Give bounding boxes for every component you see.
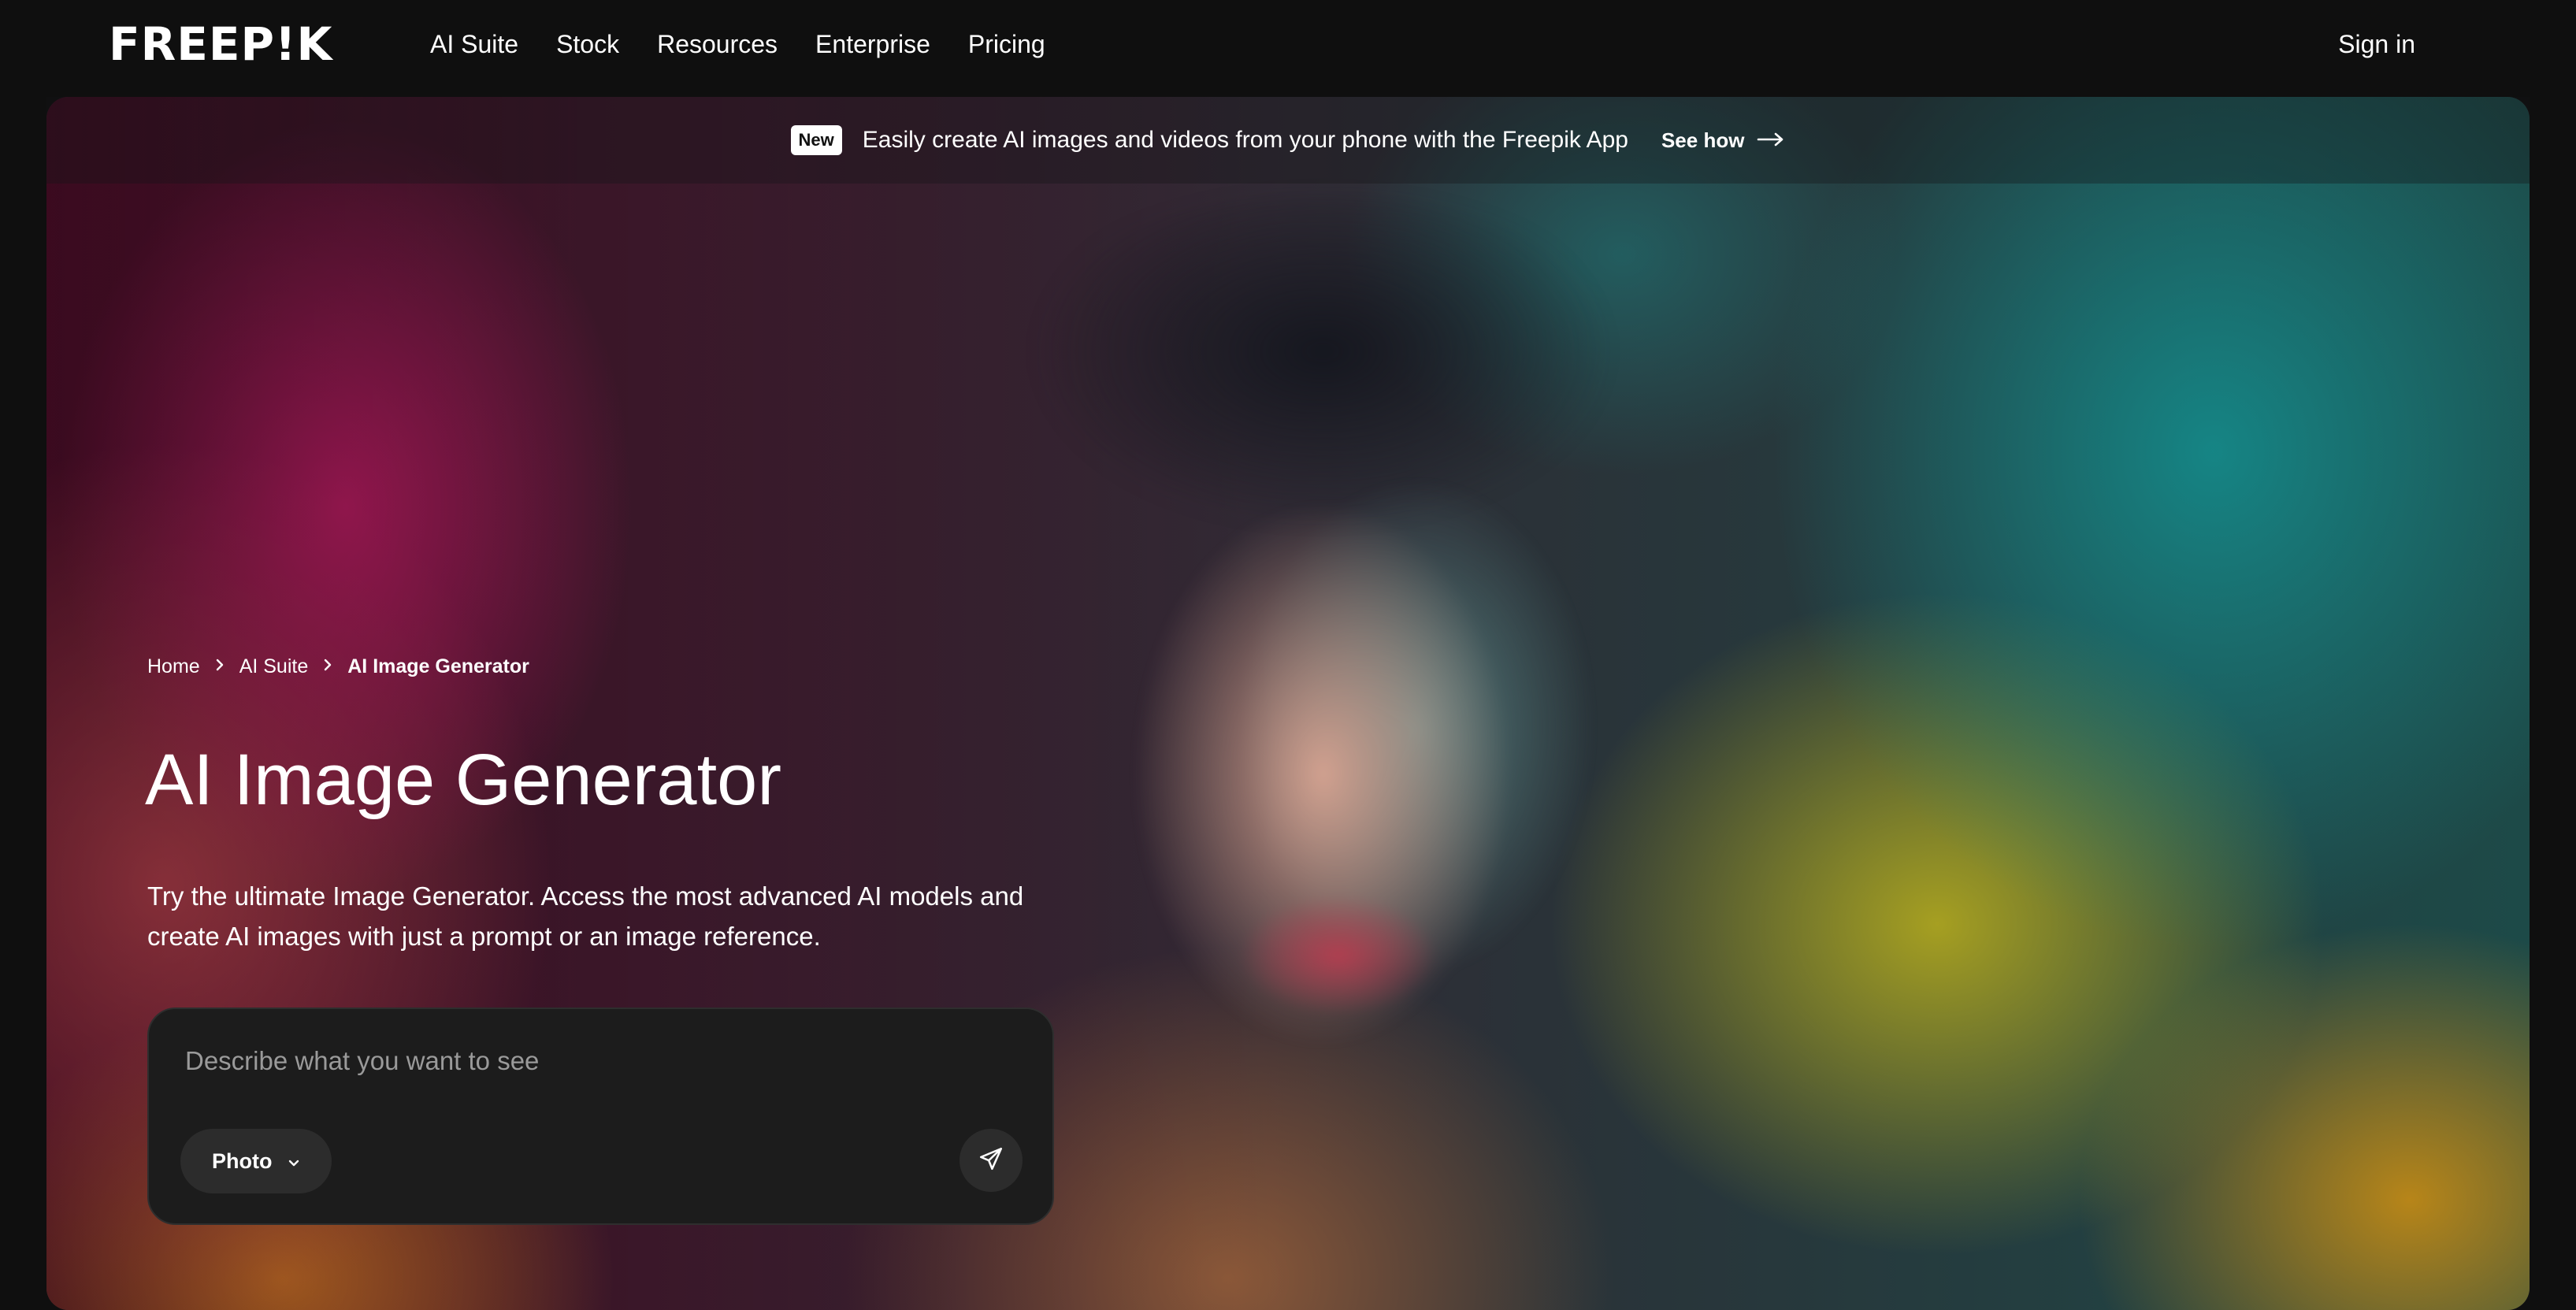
announcement-bar: New Easily create AI images and videos f… — [46, 97, 2530, 184]
chevron-right-icon — [214, 655, 225, 678]
prompt-input[interactable] — [184, 1041, 1019, 1082]
sign-in-link[interactable]: Sign in — [2338, 0, 2415, 88]
freepik-logo[interactable]: FREEP!K — [109, 17, 332, 71]
announcement-text: Easily create AI images and videos from … — [862, 127, 1628, 153]
arrow-right-icon — [1757, 128, 1785, 153]
page-title: AI Image Generator — [145, 740, 781, 820]
see-how-link[interactable]: See how — [1661, 128, 1785, 153]
mode-select[interactable]: Photo — [180, 1129, 332, 1193]
nav-item-ai-suite[interactable]: AI Suite — [430, 30, 518, 59]
chevron-down-icon — [288, 1149, 300, 1174]
nav-item-pricing[interactable]: Pricing — [968, 30, 1045, 59]
breadcrumb-ai-suite[interactable]: AI Suite — [239, 655, 309, 678]
breadcrumb: Home AI Suite AI Image Generator — [147, 655, 529, 678]
prompt-box: Photo — [147, 1008, 1054, 1225]
send-icon — [978, 1145, 1004, 1176]
send-button[interactable] — [960, 1129, 1023, 1192]
breadcrumb-home[interactable]: Home — [147, 655, 200, 678]
main-nav: AI Suite Stock Resources Enterprise Pric… — [430, 0, 1045, 88]
nav-item-stock[interactable]: Stock — [556, 30, 619, 59]
chevron-right-icon — [322, 655, 333, 678]
top-navigation: FREEP!K AI Suite Stock Resources Enterpr… — [0, 0, 2576, 88]
page-description: Try the ultimate Image Generator. Access… — [147, 881, 1024, 951]
see-how-label: See how — [1661, 128, 1745, 152]
nav-item-enterprise[interactable]: Enterprise — [815, 30, 930, 59]
mode-select-label: Photo — [212, 1149, 273, 1173]
nav-item-resources[interactable]: Resources — [657, 30, 778, 59]
breadcrumb-current: AI Image Generator — [347, 655, 529, 677]
new-badge: New — [790, 125, 842, 155]
